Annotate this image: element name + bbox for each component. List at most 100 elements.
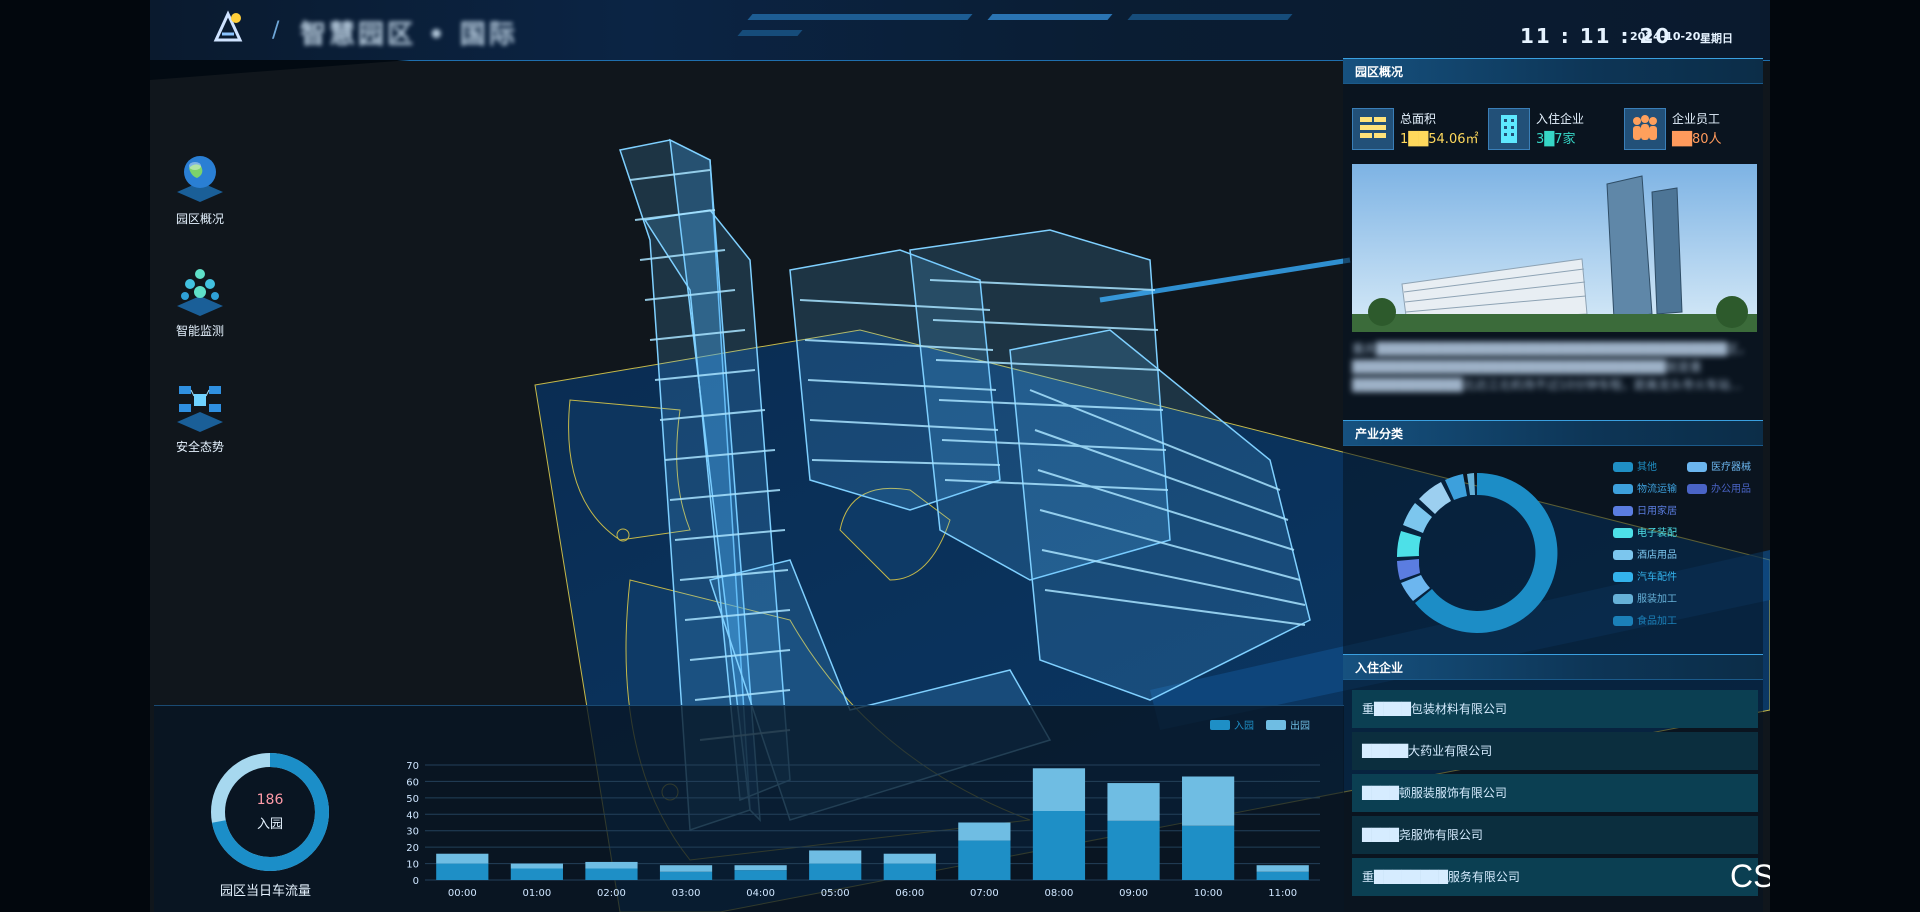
globe-icon bbox=[177, 156, 223, 202]
dashboard-frame: / 智慧园区 • 国际 11 : 11 : 20 2024-10-20 星期日 bbox=[150, 0, 1770, 912]
x-tick-label: 01:00 bbox=[522, 888, 551, 899]
bar-segment bbox=[1032, 768, 1086, 811]
y-tick-label: 40 bbox=[406, 810, 419, 821]
building-icon bbox=[1488, 108, 1530, 150]
company-item[interactable]: █████大药业有限公司 bbox=[1352, 732, 1758, 770]
bar-segment bbox=[883, 863, 936, 880]
section-title-companies: 入住企业 bbox=[1343, 654, 1763, 680]
bar-segment bbox=[1182, 776, 1235, 826]
x-tick-label: 02:00 bbox=[597, 888, 626, 899]
x-tick-label: 11:00 bbox=[1268, 888, 1297, 899]
park-intro-text: 重庆██████████████████████████████████████… bbox=[1352, 342, 1751, 392]
y-tick-label: 0 bbox=[413, 876, 419, 887]
stat-label: 总面积 bbox=[1400, 112, 1437, 126]
header-decoration bbox=[737, 30, 803, 36]
traffic-caption: 园区当日车流量 bbox=[220, 884, 312, 899]
network-cubes-icon bbox=[177, 269, 223, 316]
page-title: 智慧园区 • 国际 bbox=[300, 20, 518, 50]
bar-segment bbox=[1032, 811, 1086, 880]
chart-legend-swatch bbox=[1210, 720, 1230, 730]
traffic-gauge: 186 入园 bbox=[211, 753, 329, 871]
nav-item-overview[interactable]: 园区概况 bbox=[170, 150, 230, 227]
legend-label: 食品加工 bbox=[1637, 616, 1677, 627]
legend-item[interactable]: 办公用品 bbox=[1687, 484, 1751, 496]
stat-value: ██80人 bbox=[1672, 132, 1722, 147]
legend-label: 酒店用品 bbox=[1637, 550, 1677, 561]
legend-label: 电子装配 bbox=[1637, 528, 1677, 539]
legend-label: 其他 bbox=[1637, 462, 1657, 473]
bar-segment bbox=[510, 863, 563, 869]
bar-segment bbox=[436, 853, 489, 864]
legend-item[interactable]: 汽车配件 bbox=[1613, 572, 1677, 584]
legend-item[interactable]: 食品加工 bbox=[1613, 616, 1677, 628]
park-logo-icon bbox=[213, 10, 243, 42]
bar-segment bbox=[809, 863, 862, 880]
company-item[interactable]: ████尧服饰有限公司 bbox=[1352, 816, 1758, 854]
x-tick-label: 03:00 bbox=[672, 888, 701, 899]
brick-wall-icon bbox=[1352, 108, 1394, 150]
bar-segment bbox=[1107, 783, 1160, 821]
section-title-industry: 产业分类 bbox=[1343, 420, 1763, 446]
donut-slice bbox=[1419, 482, 1451, 514]
legend-swatch bbox=[1613, 572, 1633, 582]
clock-weekday: 星期日 bbox=[1700, 32, 1733, 45]
bar-segment bbox=[585, 861, 638, 869]
legend-item[interactable]: 物流运输 bbox=[1613, 484, 1677, 496]
bar-segment bbox=[585, 868, 638, 880]
stat-value: 3█7家 bbox=[1536, 132, 1576, 147]
legend-label: 服装加工 bbox=[1637, 594, 1677, 605]
legend-label: 汽车配件 bbox=[1637, 572, 1677, 583]
y-tick-label: 10 bbox=[406, 860, 419, 871]
section-title-text: 园区概况 bbox=[1355, 65, 1404, 79]
header-bar: / 智慧园区 • 国际 11 : 11 : 20 2024-10-20 星期日 bbox=[150, 0, 1770, 61]
section-title-overview: 园区概况 bbox=[1343, 58, 1763, 84]
legend-swatch bbox=[1613, 616, 1633, 626]
y-tick-label: 20 bbox=[406, 843, 419, 854]
x-tick-label: 06:00 bbox=[895, 888, 924, 899]
company-item[interactable]: 重████████服务有限公司 bbox=[1352, 858, 1758, 896]
legend-item[interactable]: 其他 bbox=[1613, 462, 1657, 474]
legend-item[interactable]: 医疗器械 bbox=[1687, 462, 1751, 474]
company-name: 重████████服务有限公司 bbox=[1362, 870, 1520, 884]
bar-segment bbox=[734, 865, 787, 871]
company-name: ████顿服装服饰有限公司 bbox=[1362, 786, 1507, 800]
nav-label: 安全态势 bbox=[175, 440, 224, 454]
legend-swatch bbox=[1613, 462, 1633, 472]
legend-item[interactable]: 服装加工 bbox=[1613, 594, 1677, 606]
bar-segment bbox=[883, 853, 936, 864]
legend-item[interactable]: 日用家居 bbox=[1613, 506, 1677, 518]
bar-segment bbox=[958, 822, 1011, 841]
bar-segment bbox=[436, 863, 489, 880]
legend-item[interactable]: 酒店用品 bbox=[1613, 550, 1677, 562]
legend-label: 物流运输 bbox=[1637, 484, 1677, 495]
company-item[interactable]: ████顿服装服饰有限公司 bbox=[1352, 774, 1758, 812]
legend-swatch bbox=[1687, 462, 1707, 472]
stat-label: 企业员工 bbox=[1672, 112, 1721, 126]
section-title-text: 入住企业 bbox=[1355, 661, 1404, 675]
header-decoration bbox=[1127, 14, 1293, 20]
chart-legend-label: 入园 bbox=[1234, 720, 1254, 732]
bar-segment bbox=[1256, 871, 1309, 880]
nav-item-security[interactable]: 安全态势 bbox=[170, 378, 230, 455]
bar-segment bbox=[659, 871, 713, 880]
x-tick-label: 09:00 bbox=[1119, 888, 1148, 899]
bar-segment bbox=[1107, 820, 1160, 880]
stat-label: 入住企业 bbox=[1536, 112, 1585, 126]
company-item[interactable]: 重████包装材料有限公司 bbox=[1352, 690, 1758, 728]
legend-swatch bbox=[1613, 550, 1633, 560]
legend-item[interactable]: 电子装配 bbox=[1613, 528, 1677, 540]
section-title-text: 产业分类 bbox=[1355, 427, 1404, 441]
donut-slice bbox=[1403, 503, 1432, 533]
chart-legend-label: 出园 bbox=[1290, 719, 1310, 732]
nav-label: 园区概况 bbox=[175, 212, 224, 226]
nav-label: 智能监测 bbox=[175, 324, 224, 338]
clock-date: 2024-10-20 bbox=[1630, 30, 1701, 43]
bar-segment bbox=[659, 865, 713, 872]
header-decoration bbox=[987, 14, 1113, 20]
bar-segment bbox=[1182, 825, 1235, 880]
gauge-value: 186 bbox=[257, 792, 284, 808]
legend-swatch bbox=[1613, 484, 1633, 494]
nav-item-monitoring[interactable]: 智能监测 bbox=[170, 262, 230, 339]
legend-label: 日用家居 bbox=[1637, 506, 1677, 517]
company-name: █████大药业有限公司 bbox=[1362, 744, 1493, 758]
